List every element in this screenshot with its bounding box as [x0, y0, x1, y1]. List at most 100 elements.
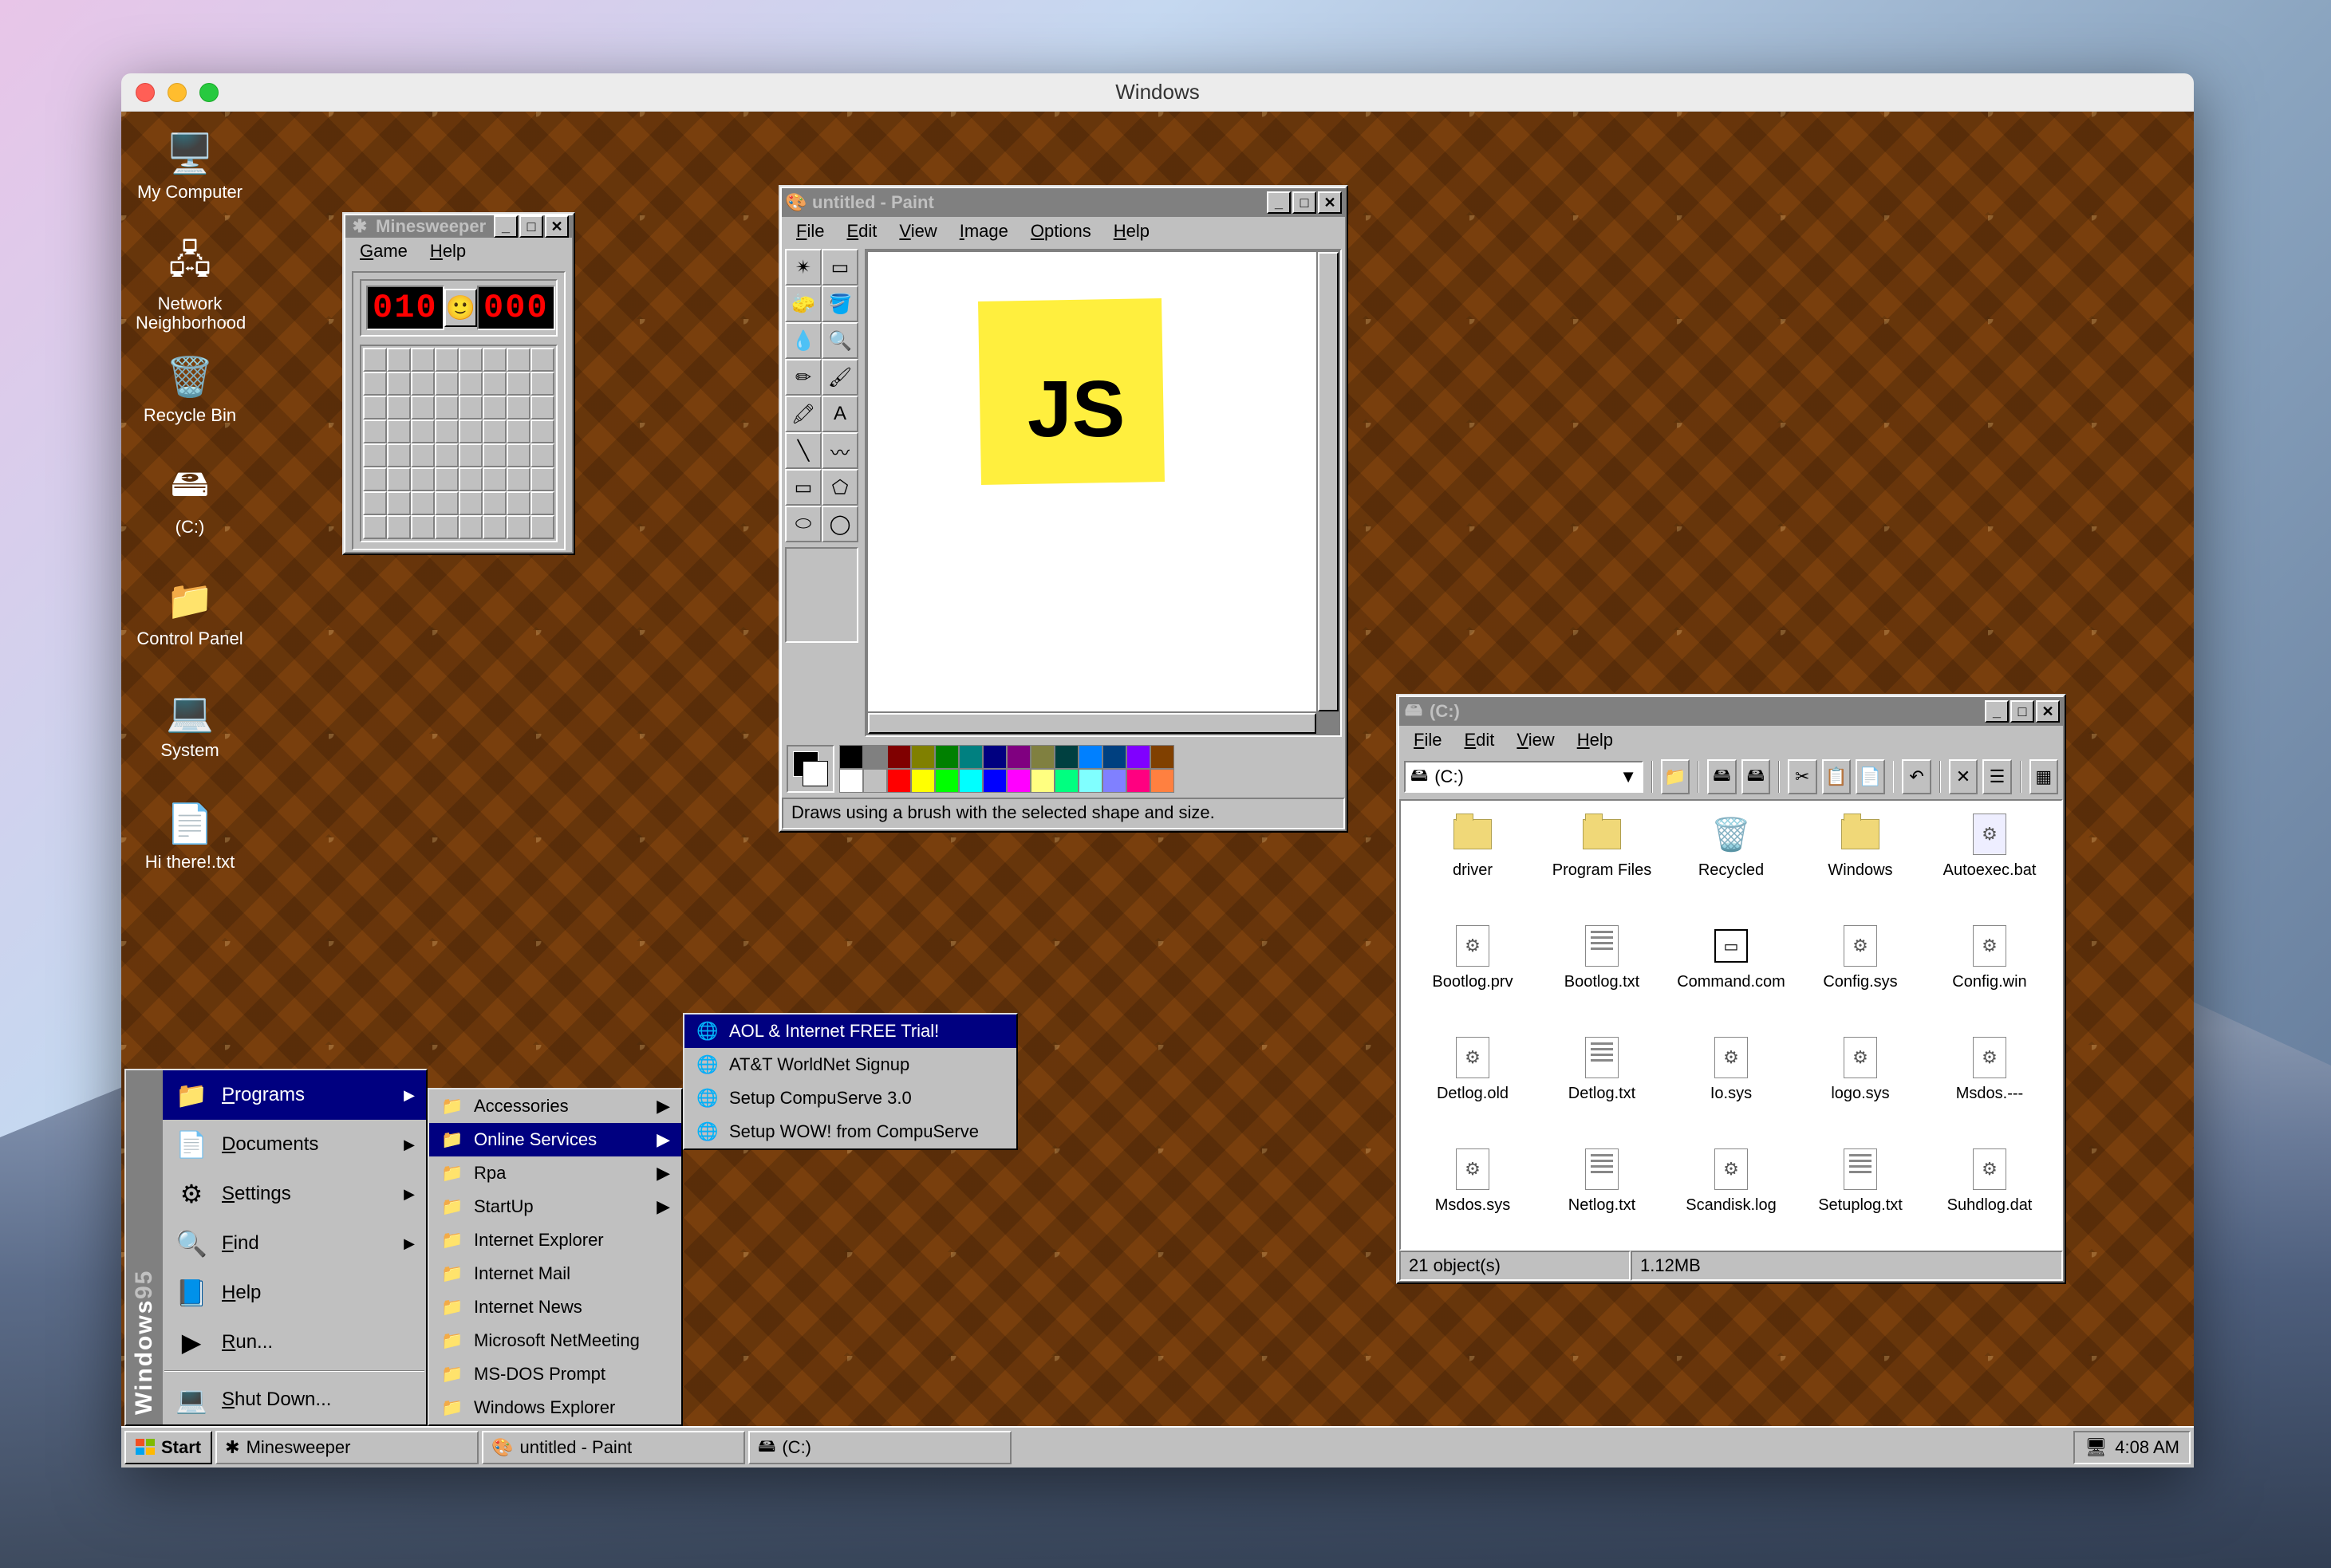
menu-help[interactable]: Help — [1566, 727, 1624, 754]
minesweeper-cell[interactable] — [435, 515, 459, 539]
paint-tool[interactable]: A — [822, 396, 858, 432]
minesweeper-cell[interactable] — [507, 396, 530, 420]
minesweeper-cell[interactable] — [459, 467, 483, 491]
minesweeper-cell[interactable] — [483, 420, 507, 443]
palette-color[interactable] — [839, 745, 863, 769]
start-button[interactable]: Start — [124, 1431, 212, 1464]
minesweeper-cell[interactable] — [459, 372, 483, 396]
minesweeper-cell[interactable] — [411, 396, 435, 420]
minesweeper-cell[interactable] — [483, 372, 507, 396]
palette-color[interactable] — [1079, 745, 1102, 769]
start-menu[interactable]: Windows95 📁Programs▶📄Documents▶⚙Settings… — [124, 1069, 428, 1426]
minimize-button[interactable]: _ — [1985, 700, 2009, 723]
minesweeper-cell[interactable] — [387, 348, 411, 372]
start-item-find[interactable]: 🔍Find▶ — [163, 1219, 426, 1268]
minesweeper-cell[interactable] — [530, 515, 554, 539]
minesweeper-cell[interactable] — [363, 372, 387, 396]
palette-color[interactable] — [1102, 769, 1126, 793]
minesweeper-cell[interactable] — [459, 348, 483, 372]
file-item[interactable]: Windows — [1800, 812, 1921, 916]
minesweeper-cell[interactable] — [363, 396, 387, 420]
file-item[interactable]: driver — [1412, 812, 1533, 916]
view-large-button[interactable]: ▦ — [2029, 759, 2059, 794]
menu-view[interactable]: View — [1505, 727, 1565, 754]
paint-tool[interactable]: ⬭ — [785, 506, 822, 542]
palette-color[interactable] — [959, 745, 983, 769]
minesweeper-cell[interactable] — [435, 396, 459, 420]
palette-color[interactable] — [839, 769, 863, 793]
minesweeper-titlebar[interactable]: ✱ Minesweeper _ □ ✕ — [345, 215, 572, 238]
paint-tool[interactable]: ⬠ — [822, 469, 858, 506]
minesweeper-cell[interactable] — [483, 515, 507, 539]
disconnect-drive-button[interactable]: 🖴 — [1741, 759, 1771, 794]
minesweeper-cell[interactable] — [411, 467, 435, 491]
minesweeper-cell[interactable] — [483, 467, 507, 491]
hscrollbar[interactable] — [868, 713, 1316, 734]
file-item[interactable]: Netlog.txt — [1541, 1147, 1662, 1251]
paint-tool[interactable]: 🖍 — [785, 396, 822, 432]
explorer-titlebar[interactable]: 🖴 (C:) _ □ ✕ — [1399, 697, 2063, 726]
paint-tool[interactable]: ╲ — [785, 432, 822, 469]
programs-item[interactable]: 📁MS-DOS Prompt — [429, 1357, 681, 1391]
minesweeper-cell[interactable] — [459, 396, 483, 420]
palette-color[interactable] — [887, 745, 911, 769]
minimize-button[interactable]: _ — [1267, 191, 1291, 214]
close-button[interactable]: ✕ — [1318, 191, 1342, 214]
minesweeper-cell[interactable] — [363, 420, 387, 443]
file-item[interactable]: Config.sys — [1800, 924, 1921, 1027]
minesweeper-cell[interactable] — [387, 467, 411, 491]
palette-color[interactable] — [1055, 769, 1079, 793]
minesweeper-cell[interactable] — [435, 372, 459, 396]
smiley-face-button[interactable]: 🙂 — [444, 289, 477, 327]
file-item[interactable]: Detlog.txt — [1541, 1035, 1662, 1139]
minesweeper-cell[interactable] — [363, 348, 387, 372]
menu-edit[interactable]: Edit — [1453, 727, 1505, 754]
minesweeper-cell[interactable] — [459, 491, 483, 515]
file-item[interactable]: logo.sys — [1800, 1035, 1921, 1139]
start-item-run-[interactable]: ▶Run... — [163, 1318, 426, 1367]
paint-tool[interactable]: ✴ — [785, 249, 822, 286]
paint-tool[interactable]: ✏ — [785, 359, 822, 396]
copy-button[interactable]: 📋 — [1822, 759, 1852, 794]
palette-color[interactable] — [1031, 745, 1055, 769]
mac-zoom-button[interactable] — [199, 83, 219, 102]
palette-color[interactable] — [983, 745, 1007, 769]
menu-help[interactable]: Help — [419, 238, 477, 265]
minesweeper-cell[interactable] — [411, 491, 435, 515]
file-item[interactable]: Program Files — [1541, 812, 1662, 916]
file-item[interactable]: Bootlog.txt — [1541, 924, 1662, 1027]
menu-view[interactable]: View — [888, 218, 948, 245]
desktop-icon-hi-there-txt[interactable]: 📄Hi there!.txt — [134, 798, 246, 873]
desktop-icon-system[interactable]: 💻System — [134, 686, 246, 761]
paint-tool[interactable]: ▭ — [785, 469, 822, 506]
minesweeper-cell[interactable] — [363, 443, 387, 467]
tray-icon[interactable]: 🖥 — [2084, 1437, 2107, 1458]
programs-item[interactable]: 📁StartUp▶ — [429, 1190, 681, 1223]
properties-button[interactable]: ☰ — [1982, 759, 2012, 794]
palette-color[interactable] — [983, 769, 1007, 793]
minesweeper-cell[interactable] — [435, 420, 459, 443]
menu-options[interactable]: Options — [1020, 218, 1102, 245]
palette-color[interactable] — [1079, 769, 1102, 793]
minesweeper-cell[interactable] — [411, 420, 435, 443]
minesweeper-cell[interactable] — [530, 396, 554, 420]
palette-color[interactable] — [887, 769, 911, 793]
paint-tool[interactable]: 🧽 — [785, 286, 822, 322]
minesweeper-cell[interactable] — [363, 491, 387, 515]
online-service-item[interactable]: 🌐AT&T WorldNet Signup — [684, 1048, 1016, 1081]
minesweeper-cell[interactable] — [530, 420, 554, 443]
programs-item[interactable]: 📁Rpa▶ — [429, 1156, 681, 1190]
minesweeper-cell[interactable] — [483, 348, 507, 372]
palette-color[interactable] — [1007, 745, 1031, 769]
minesweeper-cell[interactable] — [363, 515, 387, 539]
mac-close-button[interactable] — [136, 83, 155, 102]
start-item-programs[interactable]: 📁Programs▶ — [163, 1070, 426, 1120]
palette-color[interactable] — [863, 769, 887, 793]
file-item[interactable]: ▭Command.com — [1670, 924, 1792, 1027]
palette-color[interactable] — [1150, 745, 1174, 769]
minesweeper-cell[interactable] — [411, 348, 435, 372]
file-item[interactable]: Msdos.--- — [1929, 1035, 2050, 1139]
menu-file[interactable]: File — [785, 218, 835, 245]
paint-tool[interactable]: 🖌 — [822, 359, 858, 396]
menu-file[interactable]: File — [1402, 727, 1453, 754]
